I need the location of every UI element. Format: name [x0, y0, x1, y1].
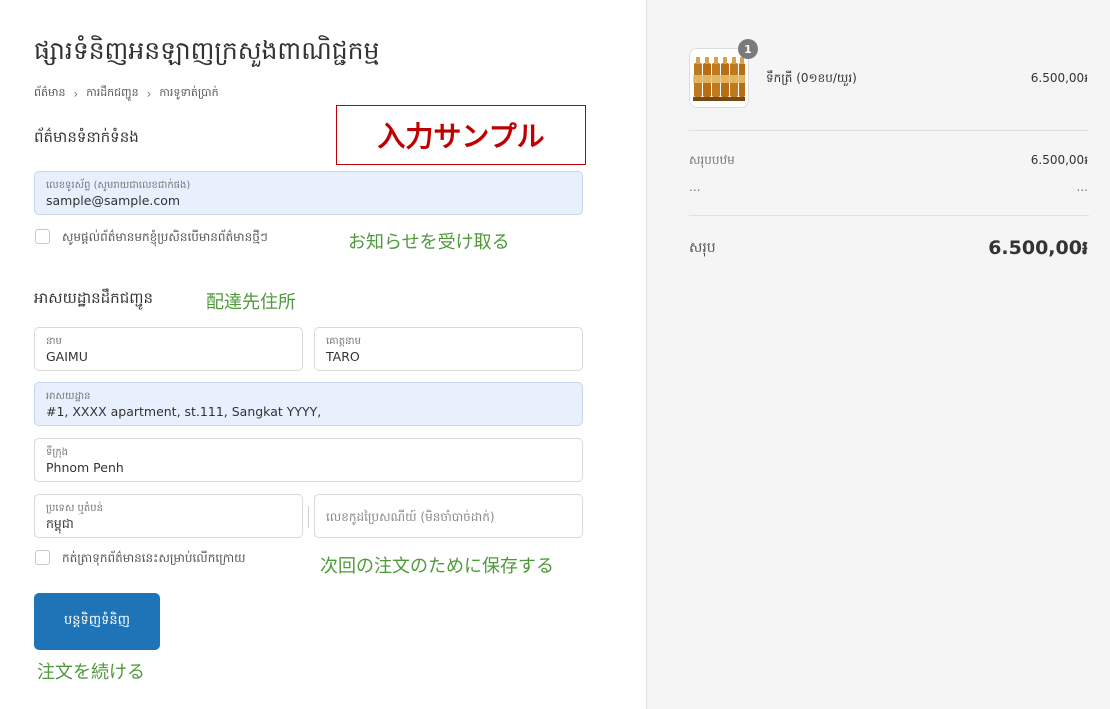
postal-code-placeholder[interactable]: លេខកូដប្រៃសណីយ៍ (មិនចាំបាច់ដាក់)	[326, 509, 495, 527]
country-select[interactable]: ប្រទេស ឬតំបន់ កម្ពុជា	[34, 494, 327, 538]
save-info-label: កត់ត្រាទុកព័ត៌មាននេះសម្រាប់លើកក្រោយ	[62, 551, 246, 565]
chevron-right-icon: ›	[146, 87, 152, 101]
save-info-checkbox[interactable]	[35, 550, 50, 565]
product-price: 6.500,00៛	[1030, 71, 1088, 85]
last-name-field[interactable]: គោត្តនាម TARO	[314, 327, 583, 371]
continue-shopping-button[interactable]: បន្តទិញទំនិញ	[34, 593, 160, 650]
address-label: អាសយដ្ឋាន	[46, 391, 91, 402]
email-field-label: លេខទូរស័ព្ទ (សូមរាយជាលេខជាក់ផង)	[46, 180, 191, 191]
sample-input-label: 入力サンプル	[336, 105, 586, 165]
save-info-annotation: 次回の注文のために保存する	[320, 556, 554, 577]
continue-button-annotation: 注文を続ける	[37, 662, 145, 683]
first-name-value[interactable]: GAIMU	[46, 349, 88, 364]
total-value: 6.500,00៛	[988, 237, 1088, 259]
address-field[interactable]: អាសយដ្ឋាន #1, XXXX apartment, st.111, Sa…	[34, 382, 583, 426]
subtotal-label: សរុបបឋម	[689, 153, 735, 167]
newsletter-annotation: お知らせを受け取る	[348, 232, 510, 253]
country-label: ប្រទេស ឬតំបន់	[46, 503, 103, 514]
breadcrumb-item-payment[interactable]: ការទូទាត់ប្រាក់	[159, 86, 218, 102]
newsletter-label: សូមផ្ដល់ព័ត៌មានមកខ្ញុំប្រសិនបើមានព័ត៌មាន…	[62, 230, 268, 244]
subtotal-value: 6.500,00៛	[1030, 153, 1088, 167]
total-label: សរុប	[689, 240, 716, 256]
shipping-cost-label: ...	[689, 180, 701, 194]
shipping-cost-value: ...	[1076, 180, 1088, 194]
contact-heading: ព័ត៌មានទំនាក់ទំនង	[34, 128, 139, 146]
product-thumbnail	[689, 48, 749, 108]
product-name: ទឹកត្រី (0១ខប/យួរ)	[766, 71, 857, 85]
last-name-value[interactable]: TARO	[326, 349, 360, 364]
country-value[interactable]: កម្ពុជា	[46, 516, 74, 535]
first-name-field[interactable]: នាម GAIMU	[34, 327, 303, 371]
city-value[interactable]: Phnom Penh	[46, 460, 124, 475]
quantity-badge: 1	[738, 39, 758, 59]
city-field[interactable]: ទីក្រុង Phnom Penh	[34, 438, 583, 482]
fish-sauce-bottles-image	[690, 49, 748, 107]
shipping-heading: អាសយដ្ឋានដឹកជញ្ជូន	[34, 289, 154, 307]
city-label: ទីក្រុង	[46, 447, 69, 458]
address-value[interactable]: #1, XXXX apartment, st.111, Sangkat YYYY…	[46, 404, 321, 419]
email-field[interactable]: លេខទូរស័ព្ទ (សូមរាយជាលេខជាក់ផង) sample@s…	[34, 171, 583, 215]
select-divider	[308, 506, 309, 528]
summary-divider	[689, 130, 1089, 131]
first-name-label: នាម	[46, 336, 62, 347]
breadcrumb: ព័ត៌មាន › ការដឹកជញ្ជូន › ការទូទាត់ប្រាក់	[34, 86, 219, 102]
postal-code-field[interactable]: លេខកូដប្រៃសណីយ៍ (មិនចាំបាច់ដាក់)	[314, 494, 583, 538]
summary-divider	[689, 215, 1089, 216]
breadcrumb-item-information[interactable]: ព័ត៌មាន	[34, 86, 65, 102]
breadcrumb-item-shipping[interactable]: ការដឹកជញ្ជូន	[86, 86, 138, 102]
last-name-label: គោត្តនាម	[326, 336, 361, 347]
shipping-heading-annotation: 配達先住所	[206, 292, 296, 313]
page-title: ផ្សារទំនិញអនឡាញក្រសួងពាណិជ្ជកម្ម	[34, 36, 380, 65]
newsletter-checkbox[interactable]	[35, 229, 50, 244]
email-field-value[interactable]: sample@sample.com	[46, 193, 180, 208]
chevron-right-icon: ›	[73, 87, 79, 101]
checkout-form-panel: ផ្សារទំនិញអនឡាញក្រសួងពាណិជ្ជកម្ម ព័ត៌មាន…	[0, 0, 646, 709]
